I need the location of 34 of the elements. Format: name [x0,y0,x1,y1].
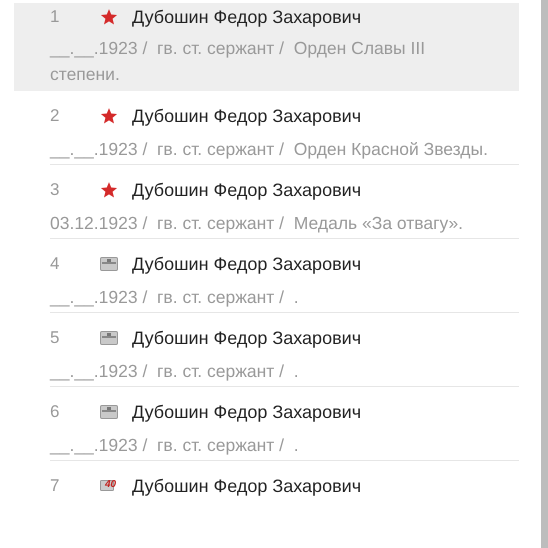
record-number: 3 [50,180,60,200]
person-name: Дубошин Федор Захарович [132,476,362,496]
record-row[interactable]: 7 40 Дубошин Федор Захарович [14,461,519,508]
star-icon [100,107,118,125]
record-number: 6 [50,402,60,422]
person-name: Дубошин Федор Захарович [132,254,362,274]
person-name: Дубошин Федор Захарович [132,180,362,200]
record-row[interactable]: 2 Дубошин Федор Захарович __.__.1923 / гв. ст. сержант / Орден Красной Звезды. [14,91,519,165]
id-card-icon [100,257,118,271]
record-row[interactable]: 5 Дубошин Федор Захарович __.__.1923 / гв. ст. сержант / . [14,313,519,387]
record-details: __.__.1923 / гв. ст. сержант / Орден Славы III степени. [50,37,426,86]
record-row[interactable]: 1 Дубошин Федор Захарович __.__.1923 / гв. ст. сержант / Орден Славы III степени. [14,3,519,91]
record-number: 4 [50,254,60,274]
record-details: 03.12.1923 / гв. ст. сержант / Медаль «За отвагу». [50,212,464,235]
record-row[interactable]: 3 Дубошин Федор Захарович 03.12.1923 / гв. ст. сержант / Медаль «За отвагу». [14,165,519,239]
person-name: Дубошин Федор Захарович [132,328,362,348]
person-name: Дубошин Федор Захарович [132,6,362,28]
person-name: Дубошин Федор Захарович [132,402,362,422]
record-details: __.__.1923 / гв. ст. сержант / Орден Красной Звезды. [50,138,489,161]
record-row[interactable]: 6 Дубошин Федор Захарович __.__.1923 / гв. ст. сержант / . [14,387,519,461]
record-row[interactable]: 4 Дубошин Федор Захарович __.__.1923 / гв. ст. сержант / . [14,239,519,313]
person-name: Дубошин Федор Захарович [132,106,362,126]
id-card-icon [100,331,118,345]
id-card-icon [100,405,118,419]
record-number: 7 [50,476,60,496]
scrollbar[interactable] [541,0,548,548]
record-details: __.__.1923 / гв. ст. сержант / . [50,360,300,383]
record-details: __.__.1923 / гв. ст. сержант / . [50,434,300,457]
star-icon [100,181,118,199]
record-number: 2 [50,106,60,126]
star-icon [100,8,118,26]
record-number: 1 [50,7,60,27]
record-number: 5 [50,328,60,348]
record-details: __.__.1923 / гв. ст. сержант / . [50,286,300,309]
